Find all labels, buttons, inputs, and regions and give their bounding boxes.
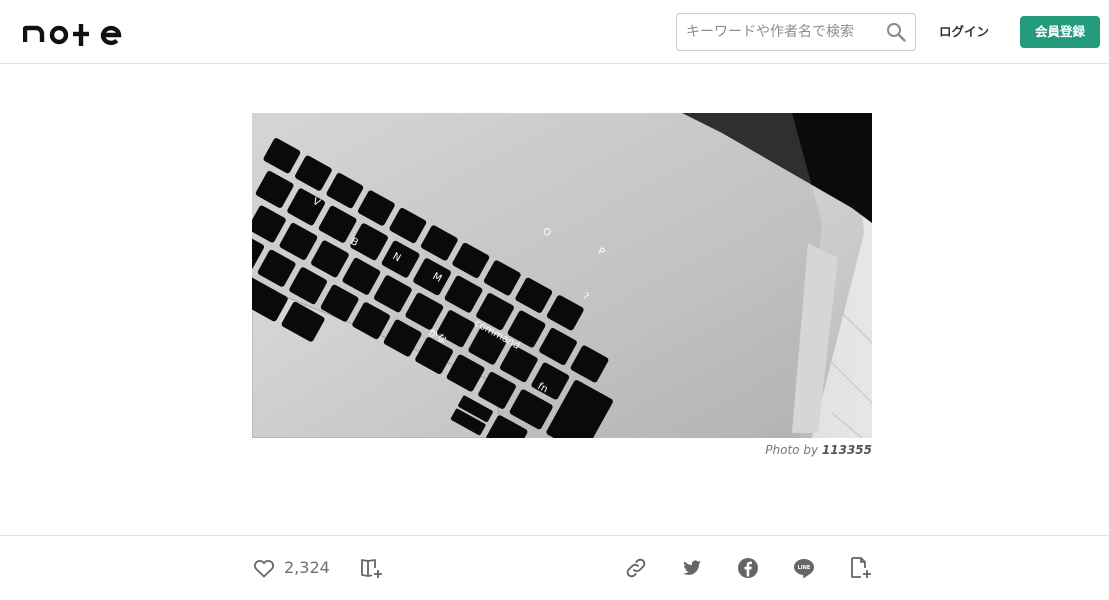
- like-count[interactable]: 2,324: [284, 558, 330, 577]
- note-logo[interactable]: [23, 18, 123, 46]
- twitter-icon[interactable]: [680, 556, 704, 580]
- note-logo-icon: [23, 24, 122, 46]
- link-icon[interactable]: [624, 556, 648, 580]
- search-icon[interactable]: [886, 22, 906, 42]
- note-add-icon[interactable]: [848, 556, 872, 580]
- signup-button[interactable]: 会員登録: [1020, 16, 1100, 48]
- login-button[interactable]: ログイン: [929, 20, 999, 44]
- svg-text:LINE: LINE: [798, 565, 811, 571]
- search-box: [676, 13, 916, 51]
- article-header-photo: command かな fn V B M N ? P O: [252, 113, 872, 438]
- photo-credit: Photo by 113355: [252, 443, 872, 457]
- photo-credit-name[interactable]: 113355: [822, 443, 872, 457]
- magazine-add-icon[interactable]: [359, 556, 383, 580]
- heart-icon[interactable]: [252, 556, 276, 580]
- search-input[interactable]: [686, 14, 881, 50]
- facebook-icon[interactable]: [736, 556, 760, 580]
- site-header: ログイン 会員登録: [0, 0, 1109, 64]
- line-icon[interactable]: LINE: [792, 556, 816, 580]
- article-action-bar: 2,324 LINE: [0, 535, 1109, 600]
- keyboard-photo: command かな fn V B M N ? P O: [252, 113, 872, 438]
- photo-credit-prefix: Photo by: [765, 443, 819, 457]
